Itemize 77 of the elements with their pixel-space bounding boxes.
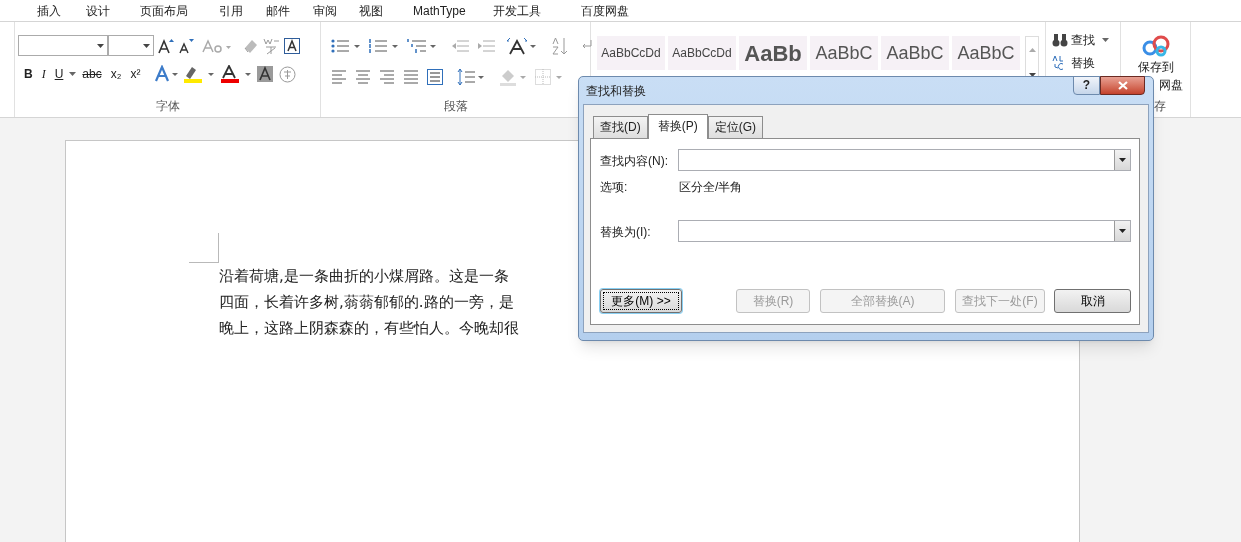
scroll-up-icon[interactable] bbox=[1028, 47, 1036, 52]
style-preview[interactable]: AaBbCcDd bbox=[597, 36, 665, 70]
sort-icon[interactable] bbox=[551, 37, 569, 55]
align-right-icon[interactable] bbox=[379, 69, 395, 85]
dialog-button[interactable]: 取消 bbox=[1054, 289, 1131, 313]
enclose-characters-icon[interactable] bbox=[279, 65, 297, 83]
justify-icon[interactable] bbox=[403, 69, 419, 85]
binoculars-icon bbox=[1052, 32, 1068, 48]
close-icon bbox=[1117, 81, 1128, 90]
multilevel-list-icon[interactable] bbox=[407, 38, 437, 54]
change-case-icon[interactable] bbox=[202, 37, 232, 54]
group-label: 段落 bbox=[442, 98, 469, 115]
format-button[interactable]: I bbox=[38, 65, 49, 83]
grow-font-icon[interactable] bbox=[158, 37, 174, 54]
style-preview[interactable]: AaBb bbox=[739, 36, 807, 70]
ribbon-tab[interactable]: 百度网盘 bbox=[570, 1, 639, 20]
numbering-icon[interactable] bbox=[369, 38, 399, 54]
dropdown-icon[interactable] bbox=[69, 72, 77, 76]
ribbon-tab[interactable]: 设计 bbox=[76, 1, 120, 20]
dropdown-icon[interactable] bbox=[97, 43, 104, 48]
ribbon-tab[interactable]: MathType bbox=[403, 1, 476, 20]
format-button[interactable]: B bbox=[21, 65, 36, 83]
dropdown-icon[interactable] bbox=[1119, 158, 1126, 162]
align-left-icon[interactable] bbox=[331, 69, 347, 85]
ribbon-tab[interactable]: 页面布局 bbox=[130, 1, 198, 20]
dropdown-icon[interactable] bbox=[143, 43, 150, 48]
format-button[interactable]: abc bbox=[79, 65, 105, 83]
format-button[interactable]: x² bbox=[127, 65, 144, 83]
eraser-icon[interactable] bbox=[242, 37, 258, 54]
dialog-tab[interactable]: 替换(P) bbox=[647, 114, 708, 139]
text-effects-icon[interactable] bbox=[154, 65, 181, 83]
format-button[interactable]: x₂ bbox=[107, 65, 125, 83]
ribbon-tab[interactable]: 邮件 bbox=[256, 1, 300, 20]
ribbon-tab[interactable]: 插入 bbox=[27, 1, 71, 20]
align-center-icon[interactable] bbox=[355, 69, 371, 85]
text-direction-icon[interactable] bbox=[507, 37, 537, 55]
dialog-button[interactable]: 更多(M) >> bbox=[600, 289, 682, 313]
ribbon-tab[interactable]: 视图 bbox=[349, 1, 393, 20]
ribbon-tab[interactable]: 审阅 bbox=[303, 1, 347, 20]
ribbon-tab[interactable]: 开发工具 bbox=[482, 1, 551, 20]
dialog-tab[interactable]: 定位(G) bbox=[707, 116, 763, 138]
style-preview[interactable]: AaBbC bbox=[881, 36, 949, 70]
group-label: 存 bbox=[1154, 98, 1166, 115]
format-button[interactable]: U bbox=[51, 65, 67, 83]
body-text-line: 四面，长着许多树,蓊蓊郁郁的.路的一旁，是 bbox=[219, 292, 514, 313]
combo-field[interactable] bbox=[678, 220, 1131, 242]
close-button[interactable] bbox=[1100, 76, 1145, 95]
save-label: 网盘 bbox=[1159, 78, 1183, 92]
body-text-line: 晚上，这路上阴森森的，有些怕人。今晚却很 bbox=[219, 318, 519, 339]
style-preview[interactable]: AaBbC bbox=[810, 36, 878, 70]
style-preview[interactable]: AaBbCcDd bbox=[668, 36, 736, 70]
ribbon-button[interactable]: 替换 bbox=[1052, 53, 1109, 73]
shrink-font-icon[interactable] bbox=[178, 37, 194, 54]
field-label: 查找内容(N): bbox=[600, 153, 668, 170]
group-label: 字体 bbox=[154, 98, 181, 115]
field-label: 替换为(I): bbox=[600, 224, 651, 241]
combo-field[interactable] bbox=[678, 149, 1131, 171]
dialog-tab[interactable]: 查找(D) bbox=[593, 116, 648, 138]
dialog-title: 查找和替换 bbox=[586, 83, 646, 100]
dropdown-icon[interactable] bbox=[1102, 38, 1109, 42]
decrease-indent-icon[interactable] bbox=[451, 38, 469, 54]
character-border-icon[interactable] bbox=[284, 37, 300, 54]
options-label: 选项: bbox=[600, 179, 628, 196]
body-text-line: 沿着荷塘,是一条曲折的小煤屑路。这是一条 bbox=[219, 266, 509, 287]
options-value: 区分全/半角 bbox=[679, 179, 743, 196]
distributed-icon[interactable] bbox=[427, 69, 443, 85]
bullets-icon[interactable] bbox=[331, 38, 361, 54]
character-shading-icon[interactable] bbox=[257, 66, 274, 82]
ribbon-button[interactable]: 查找 bbox=[1052, 30, 1109, 50]
increase-indent-icon[interactable] bbox=[477, 38, 495, 54]
dropdown-icon[interactable] bbox=[1119, 229, 1126, 233]
help-button[interactable]: ? bbox=[1073, 76, 1100, 95]
style-preview[interactable]: AaBbC bbox=[952, 36, 1020, 70]
cloud-logo-icon[interactable] bbox=[1142, 35, 1170, 57]
ribbon-tab[interactable]: 引用 bbox=[209, 1, 253, 20]
save-label: 保存到 bbox=[1138, 60, 1174, 74]
line-spacing-icon[interactable] bbox=[457, 68, 485, 86]
